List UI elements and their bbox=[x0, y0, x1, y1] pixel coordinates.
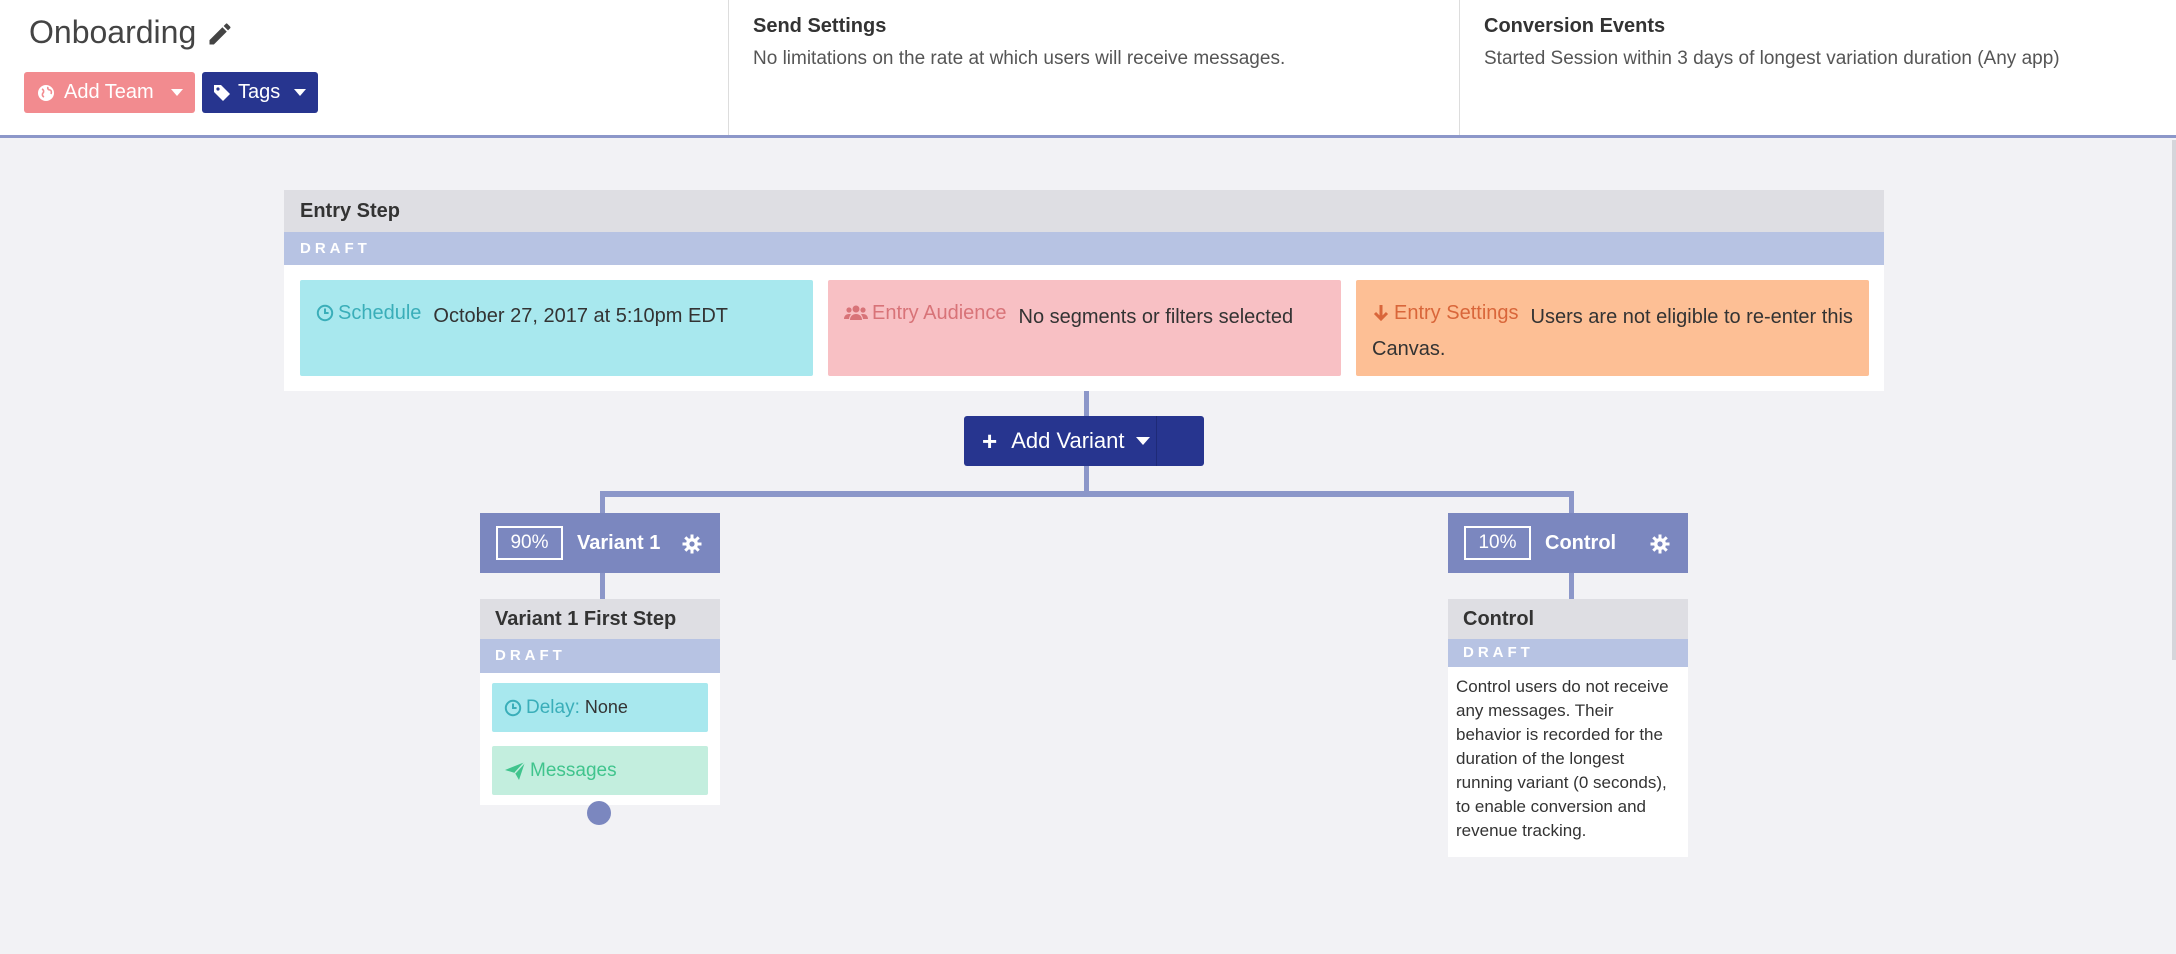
pencil-icon[interactable] bbox=[206, 20, 234, 48]
connector-line bbox=[1569, 491, 1574, 513]
plus-icon: + bbox=[982, 426, 998, 456]
send-icon bbox=[505, 760, 526, 780]
chevron-down-icon[interactable] bbox=[171, 89, 183, 96]
variant-name: Variant 1 bbox=[577, 531, 661, 554]
send-settings-section[interactable]: Send Settings No limitations on the rate… bbox=[729, 0, 1460, 135]
step-title: Variant 1 First Step bbox=[480, 599, 720, 639]
clock-icon bbox=[316, 304, 334, 322]
add-step-handle[interactable] bbox=[587, 801, 611, 825]
schedule-box[interactable]: Schedule October 27, 2017 at 5:10pm EDT bbox=[300, 280, 813, 376]
step-title: Control bbox=[1448, 599, 1688, 639]
control-description: Control users do not receive any message… bbox=[1456, 677, 1669, 840]
messages-label: Messages bbox=[530, 759, 617, 781]
control-percent-input[interactable]: 10% bbox=[1464, 526, 1531, 560]
control-header[interactable]: 10% Control bbox=[1448, 513, 1688, 573]
schedule-label-wrap: Schedule bbox=[316, 297, 421, 329]
delay-value: None bbox=[584, 697, 628, 717]
send-settings-text: No limitations on the rate at which user… bbox=[753, 48, 1286, 69]
scrollbar[interactable] bbox=[2172, 140, 2176, 660]
conversion-events-text: Started Session within 3 days of longest… bbox=[1484, 48, 2060, 69]
connector-line bbox=[600, 491, 605, 513]
connector-line bbox=[1084, 466, 1089, 491]
entry-settings-box[interactable]: Entry Settings Users are not eligible to… bbox=[1356, 280, 1869, 376]
delay-pill[interactable]: Delay: None bbox=[492, 683, 708, 732]
tag-icon bbox=[214, 84, 230, 101]
gear-icon[interactable] bbox=[682, 534, 702, 554]
globe-icon bbox=[38, 84, 54, 101]
variant-percent-input[interactable]: 90% bbox=[496, 526, 563, 560]
branch-line bbox=[600, 491, 1574, 497]
entry-step-card[interactable]: Entry Step DRAFT Schedule October 27, 20… bbox=[284, 190, 1884, 391]
canvas-header: Onboarding Add Team Tags Send Settings N… bbox=[0, 0, 2176, 138]
audience-value: No segments or filters selected bbox=[1018, 306, 1294, 328]
chevron-down-icon[interactable] bbox=[1136, 437, 1150, 445]
status-badge: DRAFT bbox=[1448, 639, 1688, 667]
chevron-down-icon[interactable] bbox=[294, 89, 306, 96]
connector-line bbox=[1084, 391, 1089, 416]
schedule-label: Schedule bbox=[338, 302, 422, 324]
page-title: Onboarding bbox=[29, 14, 197, 50]
control-step-card[interactable]: Control DRAFT Control users do not recei… bbox=[1448, 599, 1688, 857]
clock-icon bbox=[504, 699, 522, 716]
connector-line bbox=[1569, 573, 1574, 599]
conversion-events-section[interactable]: Conversion Events Started Session within… bbox=[1460, 0, 2176, 135]
settings-label: Entry Settings bbox=[1394, 302, 1519, 324]
arrow-down-icon bbox=[1373, 305, 1389, 322]
divider bbox=[1156, 416, 1157, 466]
messages-pill[interactable]: Messages bbox=[492, 746, 708, 795]
tags-label: Tags bbox=[238, 81, 281, 103]
add-team-label: Add Team bbox=[64, 81, 154, 103]
entry-audience-box[interactable]: Entry Audience No segments or filters se… bbox=[828, 280, 1341, 376]
control-name: Control bbox=[1545, 531, 1617, 554]
connector-line bbox=[600, 573, 605, 599]
add-variant-label: Add Variant bbox=[1011, 428, 1125, 453]
add-variant-button[interactable]: + Add Variant bbox=[964, 416, 1204, 466]
settings-label-wrap: Entry Settings bbox=[1372, 297, 1519, 329]
conversion-events-heading: Conversion Events bbox=[1484, 15, 1666, 37]
title-section: Onboarding Add Team Tags bbox=[0, 0, 729, 135]
audience-label-wrap: Entry Audience bbox=[844, 297, 1007, 329]
variant-header[interactable]: 90% Variant 1 bbox=[480, 513, 720, 573]
gear-icon[interactable] bbox=[1650, 534, 1670, 554]
users-icon bbox=[844, 305, 868, 320]
send-settings-heading: Send Settings bbox=[753, 15, 887, 37]
delay-label: Delay: bbox=[526, 696, 580, 718]
status-badge: DRAFT bbox=[284, 232, 1884, 265]
status-badge: DRAFT bbox=[480, 639, 720, 673]
audience-label: Entry Audience bbox=[872, 302, 1007, 324]
variant-step-card[interactable]: Variant 1 First Step DRAFT Delay: None M… bbox=[480, 599, 720, 805]
entry-step-title: Entry Step bbox=[284, 190, 1884, 232]
tags-button[interactable]: Tags bbox=[202, 72, 318, 113]
add-team-button[interactable]: Add Team bbox=[24, 72, 195, 113]
schedule-value: October 27, 2017 at 5:10pm EDT bbox=[433, 305, 729, 327]
